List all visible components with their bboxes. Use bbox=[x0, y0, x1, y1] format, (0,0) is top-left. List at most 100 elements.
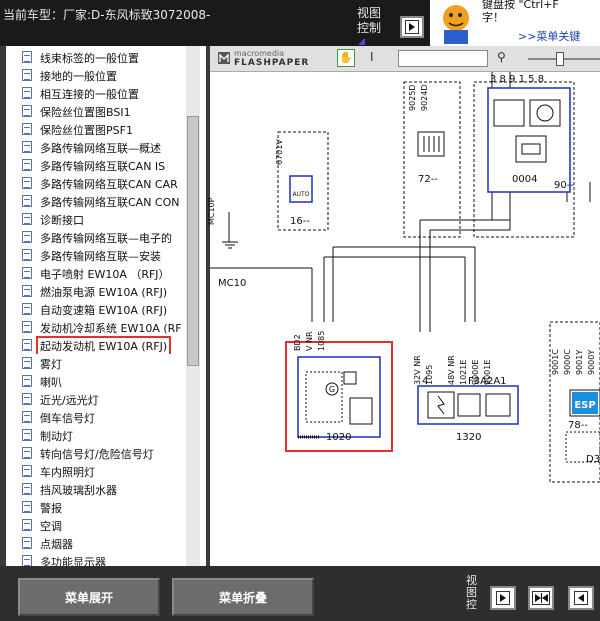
diagram-label: 0004 bbox=[512, 174, 538, 185]
diagram-label: 4 bbox=[422, 376, 429, 387]
menu-item[interactable]: 多路传输网络互联—电子的 bbox=[6, 228, 192, 246]
search-input[interactable] bbox=[398, 50, 488, 67]
menu-item[interactable]: 线束标签的一般位置 bbox=[6, 48, 192, 66]
menu-item-label: 多路传输网络互联—安装 bbox=[40, 250, 161, 263]
menu-item[interactable]: 发动机冷却系统 EW10A (RF bbox=[6, 318, 192, 336]
arrow-left-icon bbox=[574, 591, 588, 605]
flashpaper-logo-line: FLASHPAPER bbox=[234, 58, 310, 68]
diagram-label: BD2 bbox=[293, 334, 302, 351]
document-icon bbox=[22, 195, 32, 207]
menu-item-label: 点烟器 bbox=[40, 538, 73, 551]
menu-item-label: 近光/远光灯 bbox=[40, 394, 99, 407]
menu-item-label: 雾灯 bbox=[40, 358, 62, 371]
menu-item-label: 多路传输网络互联—概述 bbox=[40, 142, 161, 155]
menu-item[interactable]: 制动灯 bbox=[6, 426, 192, 444]
menu-item-label: 电子喷射 EW10A （RFJ） bbox=[40, 268, 170, 281]
hand-tool-button[interactable]: ✋ bbox=[337, 49, 355, 67]
tip-menu-link[interactable]: >>菜单关键 bbox=[518, 28, 580, 44]
text-cursor-icon: I bbox=[370, 50, 374, 64]
menu-item-label: 保险丝位置图BSI1 bbox=[40, 106, 131, 119]
document-icon bbox=[22, 231, 32, 243]
document-icon bbox=[22, 159, 32, 171]
menu-item[interactable]: 车内照明灯 bbox=[6, 462, 192, 480]
menu-scrollbar[interactable] bbox=[186, 46, 200, 566]
menu-item-label: 自动变速箱 EW10A (RFJ) bbox=[40, 304, 168, 317]
menu-item-label: 挡风玻璃刮水器 bbox=[40, 484, 117, 497]
menu-item[interactable]: 多路传输网络互联—安装 bbox=[6, 246, 192, 264]
menu-item[interactable]: 多路传输网络互联—概述 bbox=[6, 138, 192, 156]
text-select-button[interactable]: I bbox=[370, 50, 374, 64]
view-expand-right-button[interactable] bbox=[490, 586, 516, 610]
menu-item[interactable]: 燃油泵电源 EW10A (RFJ) bbox=[6, 282, 192, 300]
menu-item-label: 制动灯 bbox=[40, 430, 73, 443]
view-control-line: 视图 bbox=[357, 6, 382, 20]
arrow-right-icon bbox=[405, 20, 419, 34]
menu-item[interactable]: 转向信号灯/危险信号灯 bbox=[6, 444, 192, 462]
menu-item[interactable]: 接地的一般位置 bbox=[6, 66, 192, 84]
diagram-label: 9024D bbox=[420, 84, 429, 111]
menu-item[interactable]: 空调 bbox=[6, 516, 192, 534]
arrow-right-icon bbox=[496, 591, 510, 605]
document-icon bbox=[22, 141, 32, 153]
diagram-label: MC10P bbox=[207, 197, 216, 226]
menu-item[interactable]: 倒车信号灯 bbox=[6, 408, 192, 426]
diagram-label: 32V NR bbox=[413, 355, 422, 385]
document-icon bbox=[22, 51, 32, 63]
document-icon bbox=[22, 483, 32, 495]
menu-item[interactable]: 挡风玻璃刮水器 bbox=[6, 480, 192, 498]
menu-item[interactable]: 点烟器 bbox=[6, 534, 192, 552]
menu-item-label: 线束标签的一般位置 bbox=[40, 52, 139, 65]
document-icon bbox=[22, 519, 32, 531]
menu-item[interactable]: 警报 bbox=[6, 498, 192, 516]
diagram-label: V NR bbox=[305, 331, 314, 351]
tip-text-line: 字！ bbox=[482, 11, 504, 24]
diagram-label: 90-- bbox=[554, 180, 574, 191]
view-toggle-button[interactable] bbox=[400, 16, 424, 38]
menu-item-label: 倒车信号灯 bbox=[40, 412, 95, 425]
menu-item[interactable]: 雾灯 bbox=[6, 354, 192, 372]
document-icon bbox=[22, 447, 32, 459]
search-icon[interactable]: ⚲ bbox=[497, 50, 506, 64]
view-expand-left-button[interactable] bbox=[568, 586, 594, 610]
menu-item[interactable]: 多路传输网络互联CAN IS bbox=[6, 156, 192, 174]
menu-collapse-button[interactable]: 菜单折叠 bbox=[172, 578, 314, 616]
document-icon bbox=[22, 555, 32, 566]
document-icon bbox=[22, 69, 32, 81]
menu-item[interactable]: 保险丝位置图BSI1 bbox=[6, 102, 192, 120]
document-icon bbox=[22, 465, 32, 477]
document-icon bbox=[22, 411, 32, 423]
menu-item[interactable]: 保险丝位置图PSF1 bbox=[6, 120, 192, 138]
menu-item[interactable]: 诊断接口 bbox=[6, 210, 192, 228]
menu-item-label: 多路传输网络互联CAN CAR bbox=[40, 178, 178, 191]
menu-item[interactable]: 近光/远光灯 bbox=[6, 390, 192, 408]
diagram-label: 1085 bbox=[317, 330, 326, 351]
menu-item[interactable]: 自动变速箱 EW10A (RFJ) bbox=[6, 300, 192, 318]
zoom-slider-track[interactable] bbox=[528, 58, 600, 60]
diagram-label: 16-- bbox=[290, 216, 310, 227]
zoom-slider-thumb[interactable] bbox=[556, 52, 564, 66]
menu-item[interactable]: 多路传输网络互联CAN CON bbox=[6, 192, 192, 210]
tip-text-line: 键盘按 "Ctrl+F bbox=[482, 0, 559, 11]
document-icon bbox=[22, 123, 32, 135]
corner-marker-icon bbox=[358, 38, 365, 45]
diagram-label: 9001C bbox=[551, 349, 560, 375]
esp-label: ESP bbox=[574, 400, 595, 411]
menu-scrollbar-thumb[interactable] bbox=[187, 116, 199, 366]
menu-expand-button[interactable]: 菜单展开 bbox=[18, 578, 160, 616]
menu-item[interactable]: 喇叭 bbox=[6, 372, 192, 390]
menu-item-label: 警报 bbox=[40, 502, 62, 515]
menu-item[interactable]: 电子喷射 EW10A （RFJ） bbox=[6, 264, 192, 282]
menu-item[interactable]: 多路传输网络互联CAN CAR bbox=[6, 174, 192, 192]
view-control-line: 控制 bbox=[357, 21, 382, 35]
view-split-button[interactable] bbox=[528, 586, 554, 610]
document-icon bbox=[22, 537, 32, 549]
menu-item[interactable]: 起动发动机 EW10A (RFJ) bbox=[6, 336, 192, 354]
split-arrows-icon bbox=[532, 591, 550, 605]
diagram-label: 1020 bbox=[326, 432, 352, 443]
view-control-label-bottom: 视 图 控 bbox=[466, 575, 486, 611]
menu-item[interactable]: 相互连接的一般位置 bbox=[6, 84, 192, 102]
diagram-label: 9000C bbox=[563, 349, 572, 375]
diagram-label: 9025D bbox=[408, 84, 417, 111]
diagram-label: 1021E bbox=[459, 359, 468, 385]
menu-item[interactable]: 多功能显示器 bbox=[6, 552, 192, 566]
